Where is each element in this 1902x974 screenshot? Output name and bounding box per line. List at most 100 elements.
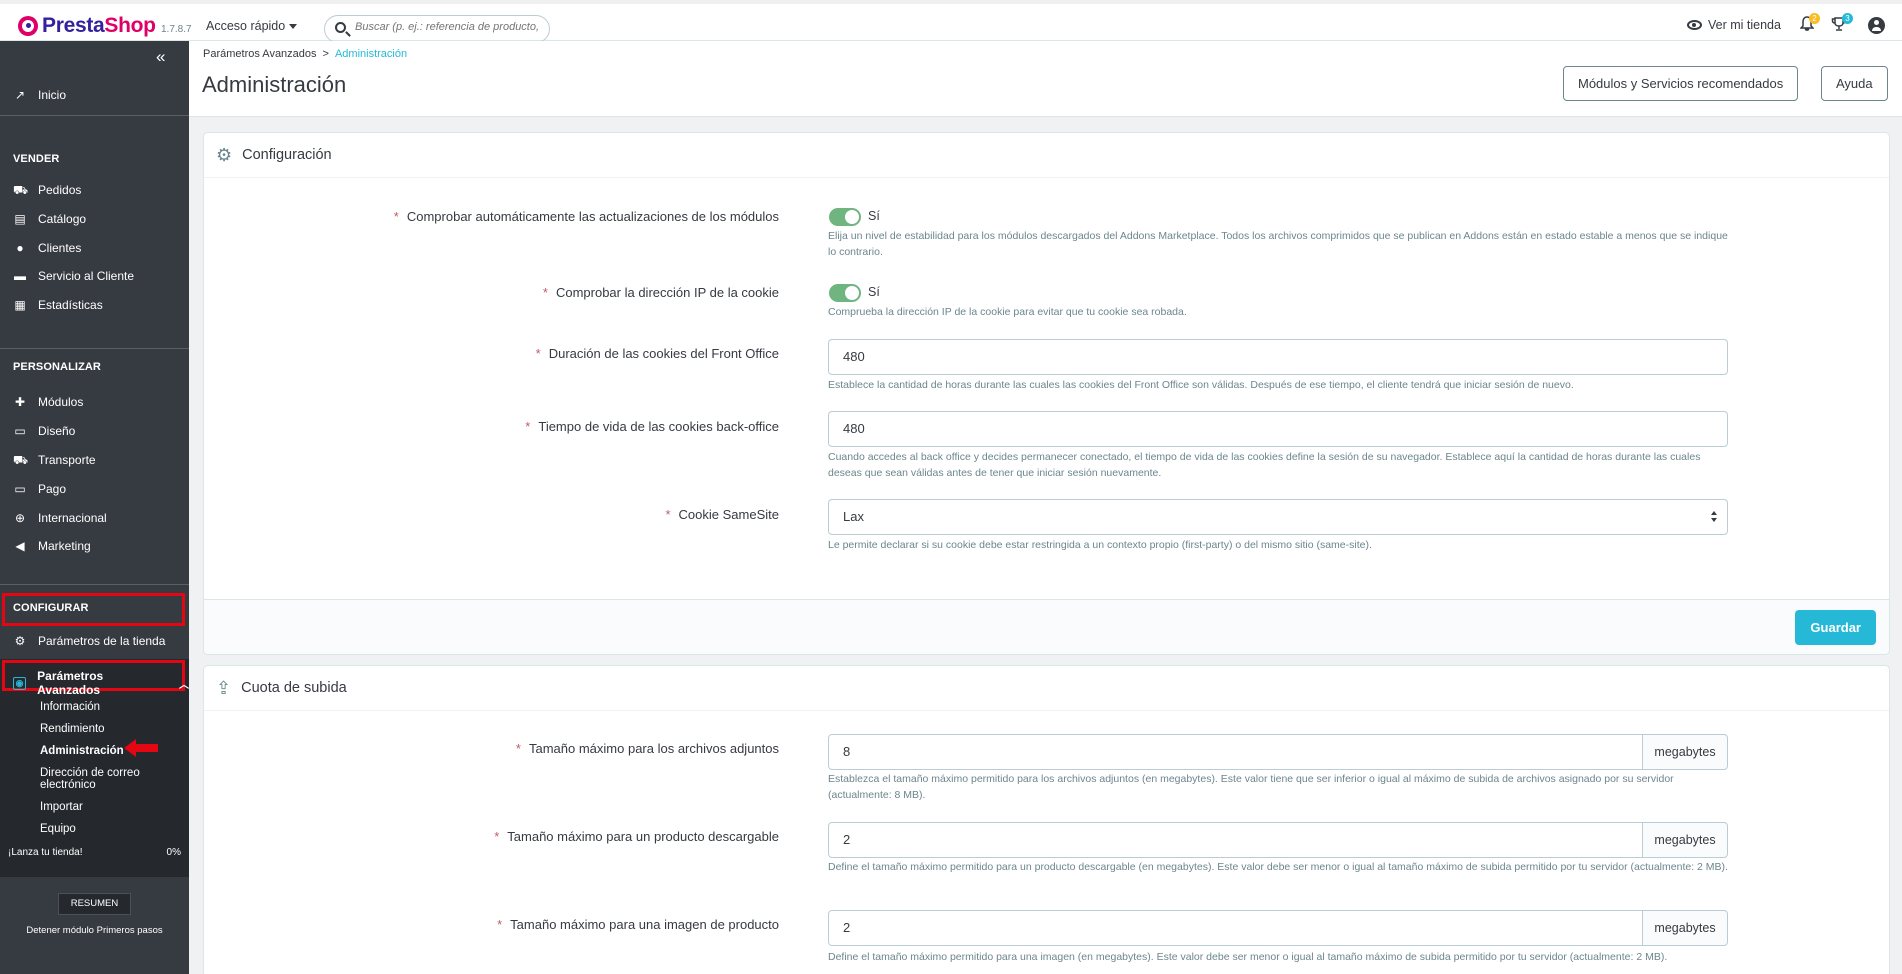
- sidebar-item-customers[interactable]: ● Clientes: [13, 241, 81, 255]
- upload-icon: ⇪: [216, 677, 232, 698]
- user-icon[interactable]: [1868, 17, 1885, 34]
- megaphone-icon: ◀: [15, 538, 25, 553]
- sidebar-item-shop-parameters[interactable]: ⚙ Parámetros de la tienda: [13, 634, 166, 648]
- help-text: Le permite declarar si su cookie debe es…: [828, 539, 1372, 551]
- section-configure: CONFIGURAR: [13, 602, 89, 614]
- sidebar-item-label: Diseño: [38, 424, 76, 438]
- launch-progress-bar: [8, 869, 179, 875]
- gear-icon: ⚙: [216, 144, 233, 165]
- sidebar-item-home[interactable]: ↗ Inicio: [13, 88, 66, 102]
- sidebar-item-label: Clientes: [38, 241, 82, 255]
- search-input[interactable]: [355, 21, 545, 33]
- breadcrumb: Parámetros Avanzados > Administración: [203, 48, 407, 60]
- field-label: * Tamaño máximo para los archivos adjunto…: [516, 741, 779, 756]
- panel-header: ⇪ Cuota de subida: [204, 666, 1889, 711]
- help-text: Establece la cantidad de horas durante l…: [828, 379, 1574, 391]
- front-cookie-lifetime-input[interactable]: 480: [828, 339, 1728, 375]
- sub-item-import[interactable]: Importar: [40, 801, 83, 813]
- configuration-panel: ⚙ Configuración * Comprobar automáticamen…: [203, 132, 1890, 655]
- sidebar-item-international[interactable]: ⊕ Internacional: [13, 511, 107, 525]
- trending-up-icon: ↗: [14, 87, 26, 102]
- recommended-modules-button[interactable]: Módulos y Servicios recomendados: [1563, 66, 1799, 101]
- trophy-badge: 3: [1842, 13, 1853, 24]
- required-marker: *: [542, 285, 548, 300]
- view-store-label: Ver mi tienda: [1708, 18, 1781, 32]
- trophy-button[interactable]: 3: [1831, 13, 1853, 36]
- max-attachment-size-input[interactable]: 8: [828, 734, 1643, 770]
- sidebar-item-label: Marketing: [38, 539, 91, 553]
- sidebar-item-advanced-parameters[interactable]: ◉ Parámetros Avanzados ︿: [13, 669, 189, 697]
- chevron-up-icon: ︿: [179, 679, 189, 691]
- breadcrumb-current[interactable]: Administración: [335, 48, 407, 60]
- field-label: * Comprobar automáticamente las actualiza…: [394, 209, 779, 224]
- required-marker: *: [535, 346, 541, 361]
- panel-footer: Guardar: [204, 599, 1889, 654]
- truck-icon: ⛟: [13, 452, 29, 467]
- sub-item-information[interactable]: Información: [40, 701, 100, 713]
- sidebar-item-design[interactable]: ▭ Diseño: [13, 424, 75, 438]
- shopping-basket-icon: ⛟: [13, 182, 29, 197]
- unit-addon: megabytes: [1642, 734, 1728, 770]
- sidebar-item-label: Pago: [38, 482, 67, 496]
- bar-chart-icon: ▦: [14, 297, 26, 312]
- check-ip-toggle[interactable]: [829, 284, 861, 302]
- select-arrows-icon: [1711, 511, 1717, 523]
- launch-shop-progress: ¡Lanza tu tienda! 0%: [8, 847, 181, 858]
- sub-item-team[interactable]: Equipo: [40, 823, 76, 835]
- settings-applications-icon: ◉: [13, 676, 27, 690]
- field-label: * Cookie SameSite: [665, 507, 779, 522]
- top-bar: PrestaShop 1.7.8.7 Acceso rápido Ver mi …: [0, 0, 1902, 43]
- globe-icon: ⊕: [14, 510, 26, 525]
- unit-addon: megabytes: [1642, 822, 1728, 858]
- sidebar-item-marketing[interactable]: ◀ Marketing: [13, 538, 91, 553]
- sub-item-performance[interactable]: Rendimiento: [40, 723, 105, 735]
- max-image-size-input[interactable]: 2: [828, 910, 1643, 946]
- check-modules-toggle[interactable]: [829, 208, 861, 226]
- collapse-sidebar-icon[interactable]: «: [156, 47, 166, 67]
- sidebar-item-label: Parámetros de la tienda: [38, 634, 166, 648]
- required-marker: *: [497, 917, 503, 932]
- max-download-size-input[interactable]: 2: [828, 822, 1643, 858]
- sidebar-item-shipping[interactable]: ⛟ Transporte: [13, 453, 96, 467]
- sidebar-item-label: Parámetros Avanzados: [37, 669, 104, 697]
- prestashop-logo[interactable]: PrestaShop: [18, 14, 156, 38]
- field-label-text: Tamaño máximo para un producto descargab…: [507, 829, 779, 844]
- version-label: 1.7.8.7: [161, 24, 192, 35]
- back-cookie-lifetime-input[interactable]: 480: [828, 411, 1728, 447]
- stop-onboarding-link[interactable]: Detener módulo Primeros pasos: [0, 925, 189, 936]
- toggle-label: Sí: [868, 285, 880, 299]
- red-arrow-annotation: [124, 739, 158, 757]
- save-button[interactable]: Guardar: [1795, 610, 1876, 645]
- notifications-badge: 2: [1809, 13, 1820, 24]
- field-label-text: Cookie SameSite: [678, 507, 779, 522]
- store-icon: ▤: [14, 211, 26, 226]
- sub-item-administration[interactable]: Administración: [40, 745, 124, 757]
- sidebar: « ↗ Inicio VENDER ⛟ Pedidos ▤ Catálogo ●…: [0, 41, 189, 974]
- help-button[interactable]: Ayuda: [1821, 66, 1888, 101]
- sub-item-email[interactable]: Dirección de correo electrónico: [40, 767, 150, 791]
- resumen-button[interactable]: RESUMEN: [58, 893, 131, 915]
- quick-access-menu[interactable]: Acceso rápido: [206, 19, 298, 33]
- field-label-text: Tiempo de vida de las cookies back-offic…: [538, 419, 779, 434]
- notifications-button[interactable]: 2: [1799, 13, 1820, 36]
- unit-addon: megabytes: [1642, 910, 1728, 946]
- required-marker: *: [494, 829, 500, 844]
- sidebar-item-label: Módulos: [38, 395, 84, 409]
- breadcrumb-parent[interactable]: Parámetros Avanzados: [203, 48, 317, 60]
- panel-title: Configuración: [242, 147, 332, 163]
- sidebar-item-modules[interactable]: ✚ Módulos: [13, 395, 83, 409]
- sidebar-item-customer-service[interactable]: ▬ Servicio al Cliente: [13, 269, 134, 283]
- search-box[interactable]: [324, 15, 550, 43]
- sidebar-item-payment[interactable]: ▭ Pago: [13, 482, 66, 496]
- sidebar-item-catalog[interactable]: ▤ Catálogo: [13, 212, 86, 226]
- panel-header: ⚙ Configuración: [204, 133, 1889, 178]
- sidebar-item-stats[interactable]: ▦ Estadísticas: [13, 297, 102, 312]
- help-text: Define el tamaño máximo permitido para u…: [828, 951, 1668, 963]
- desktop-icon: ▭: [14, 423, 26, 438]
- required-marker: *: [525, 419, 531, 434]
- page-title: Administración: [202, 72, 347, 97]
- quick-access-label: Acceso rápido: [206, 19, 286, 33]
- cookie-samesite-select[interactable]: Lax: [828, 499, 1728, 535]
- view-store-link[interactable]: Ver mi tienda: [1687, 18, 1781, 32]
- sidebar-item-orders[interactable]: ⛟ Pedidos: [13, 183, 81, 197]
